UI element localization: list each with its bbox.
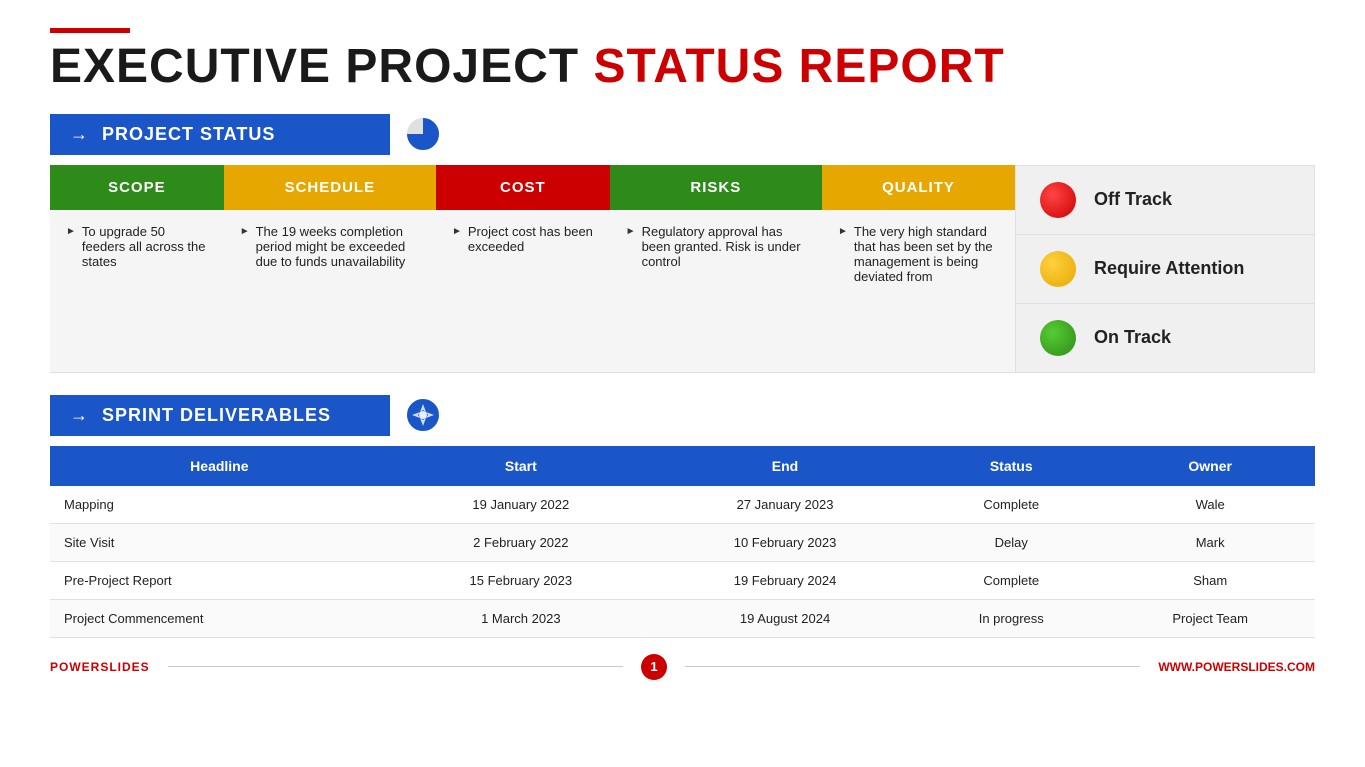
- page: EXECUTIVE PROJECT STATUS REPORT → PROJEC…: [0, 0, 1365, 767]
- cell-start: 1 March 2023: [389, 599, 653, 637]
- table-row: Site Visit2 February 202210 February 202…: [50, 523, 1315, 561]
- project-status-section: → PROJECT STATUS SCOPE SCHEDULE COST RIS…: [50, 114, 1315, 373]
- project-status-label: PROJECT STATUS: [102, 124, 275, 145]
- col-header-cost: COST: [436, 165, 610, 210]
- cost-bullet: ► Project cost has been exceeded: [452, 224, 594, 254]
- col-header-risks: RISKS: [610, 165, 822, 210]
- brand-red: SLIDES: [100, 660, 149, 674]
- scope-bullet: ► To upgrade 50 feeders all across the s…: [66, 224, 208, 269]
- risks-bullet: ► Regulatory approval has been granted. …: [626, 224, 806, 269]
- cost-text: Project cost has been exceeded: [468, 224, 594, 254]
- bullet-icon: ►: [452, 226, 462, 237]
- cell-scope: ► To upgrade 50 feeders all across the s…: [50, 210, 224, 373]
- project-status-header: → PROJECT STATUS: [50, 114, 390, 155]
- col-status: Status: [917, 446, 1105, 486]
- schedule-text: The 19 weeks completion period might be …: [256, 224, 420, 269]
- cell-owner: Wale: [1105, 486, 1315, 524]
- pie-chart-icon: [404, 115, 442, 153]
- title-part2: STATUS REPORT: [593, 40, 1004, 93]
- sprint-header-wrap: → SPRINT DELIVERABLES: [50, 395, 1315, 436]
- col-start: Start: [389, 446, 653, 486]
- sprint-label: SPRINT DELIVERABLES: [102, 405, 331, 426]
- scope-text: To upgrade 50 feeders all across the sta…: [82, 224, 208, 269]
- cell-status: Complete: [917, 486, 1105, 524]
- footer-line-right: [685, 666, 1140, 667]
- cell-end: 27 January 2023: [653, 486, 917, 524]
- sprint-deliverables-section: → SPRINT DELIVERABLES Headline Start: [50, 395, 1315, 638]
- col-header-scope: SCOPE: [50, 165, 224, 210]
- cell-owner: Mark: [1105, 523, 1315, 561]
- table-row: Project Commencement1 March 202319 Augus…: [50, 599, 1315, 637]
- cell-owner: Sham: [1105, 561, 1315, 599]
- on-track-circle: [1040, 320, 1076, 356]
- cell-cost: ► Project cost has been exceeded: [436, 210, 610, 373]
- page-title: EXECUTIVE PROJECT STATUS REPORT: [50, 41, 1315, 94]
- risks-text: Regulatory approval has been granted. Ri…: [642, 224, 806, 269]
- arrow-icon: →: [70, 405, 88, 426]
- col-header-quality: QUALITY: [822, 165, 1015, 210]
- bullet-icon: ►: [240, 226, 250, 237]
- cell-end: 19 February 2024: [653, 561, 917, 599]
- sprint-header: → SPRINT DELIVERABLES: [50, 395, 390, 436]
- cell-start: 15 February 2023: [389, 561, 653, 599]
- col-owner: Owner: [1105, 446, 1315, 486]
- col-end: End: [653, 446, 917, 486]
- cell-end: 10 February 2023: [653, 523, 917, 561]
- cell-start: 2 February 2022: [389, 523, 653, 561]
- require-attention-label: Require Attention: [1094, 258, 1244, 279]
- cell-status: Delay: [917, 523, 1105, 561]
- legend-off-track: Off Track: [1016, 166, 1314, 235]
- bullet-icon: ►: [66, 226, 76, 237]
- project-status-header-wrap: → PROJECT STATUS: [50, 114, 1315, 155]
- bullet-icon: ►: [626, 226, 636, 237]
- cell-headline: Pre-Project Report: [50, 561, 389, 599]
- col-headline: Headline: [50, 446, 389, 486]
- cell-owner: Project Team: [1105, 599, 1315, 637]
- table-row: Mapping19 January 202227 January 2023Com…: [50, 486, 1315, 524]
- footer-url: WWW.POWERSLIDES.COM: [1158, 660, 1315, 674]
- on-track-label: On Track: [1094, 327, 1171, 348]
- page-number: 1: [641, 654, 667, 680]
- cell-start: 19 January 2022: [389, 486, 653, 524]
- cell-risks: ► Regulatory approval has been granted. …: [610, 210, 822, 373]
- arrow-icon: →: [70, 124, 88, 145]
- cell-status: In progress: [917, 599, 1105, 637]
- brand-black: POWER: [50, 660, 100, 674]
- cell-schedule: ► The 19 weeks completion period might b…: [224, 210, 436, 373]
- legend-on-track: On Track: [1016, 304, 1314, 372]
- col-header-schedule: SCHEDULE: [224, 165, 436, 210]
- cell-headline: Mapping: [50, 486, 389, 524]
- cell-status: Complete: [917, 561, 1105, 599]
- cell-headline: Site Visit: [50, 523, 389, 561]
- off-track-label: Off Track: [1094, 189, 1172, 210]
- title-part1: EXECUTIVE PROJECT: [50, 40, 593, 93]
- bullet-icon: ►: [838, 226, 848, 237]
- brand-name: POWERSLIDES: [50, 660, 150, 674]
- quality-text: The very high standard that has been set…: [854, 224, 999, 284]
- quality-bullet: ► The very high standard that has been s…: [838, 224, 999, 284]
- cell-quality: ► The very high standard that has been s…: [822, 210, 1015, 373]
- require-attention-circle: [1040, 251, 1076, 287]
- status-table-wrap: SCOPE SCHEDULE COST RISKS QUALITY ► To u…: [50, 165, 1315, 373]
- badge-icon: [404, 396, 442, 434]
- status-table: SCOPE SCHEDULE COST RISKS QUALITY ► To u…: [50, 165, 1015, 373]
- legend-require-attention: Require Attention: [1016, 235, 1314, 304]
- cell-headline: Project Commencement: [50, 599, 389, 637]
- off-track-circle: [1040, 182, 1076, 218]
- legend-box: Off Track Require Attention On Track: [1015, 165, 1315, 373]
- footer: POWERSLIDES 1 WWW.POWERSLIDES.COM: [50, 654, 1315, 680]
- footer-line-left: [168, 666, 623, 667]
- cell-end: 19 August 2024: [653, 599, 917, 637]
- deliverables-table: Headline Start End Status Owner Mapping1…: [50, 446, 1315, 638]
- red-accent-line: [50, 28, 130, 33]
- table-row: Pre-Project Report15 February 202319 Feb…: [50, 561, 1315, 599]
- schedule-bullet: ► The 19 weeks completion period might b…: [240, 224, 420, 269]
